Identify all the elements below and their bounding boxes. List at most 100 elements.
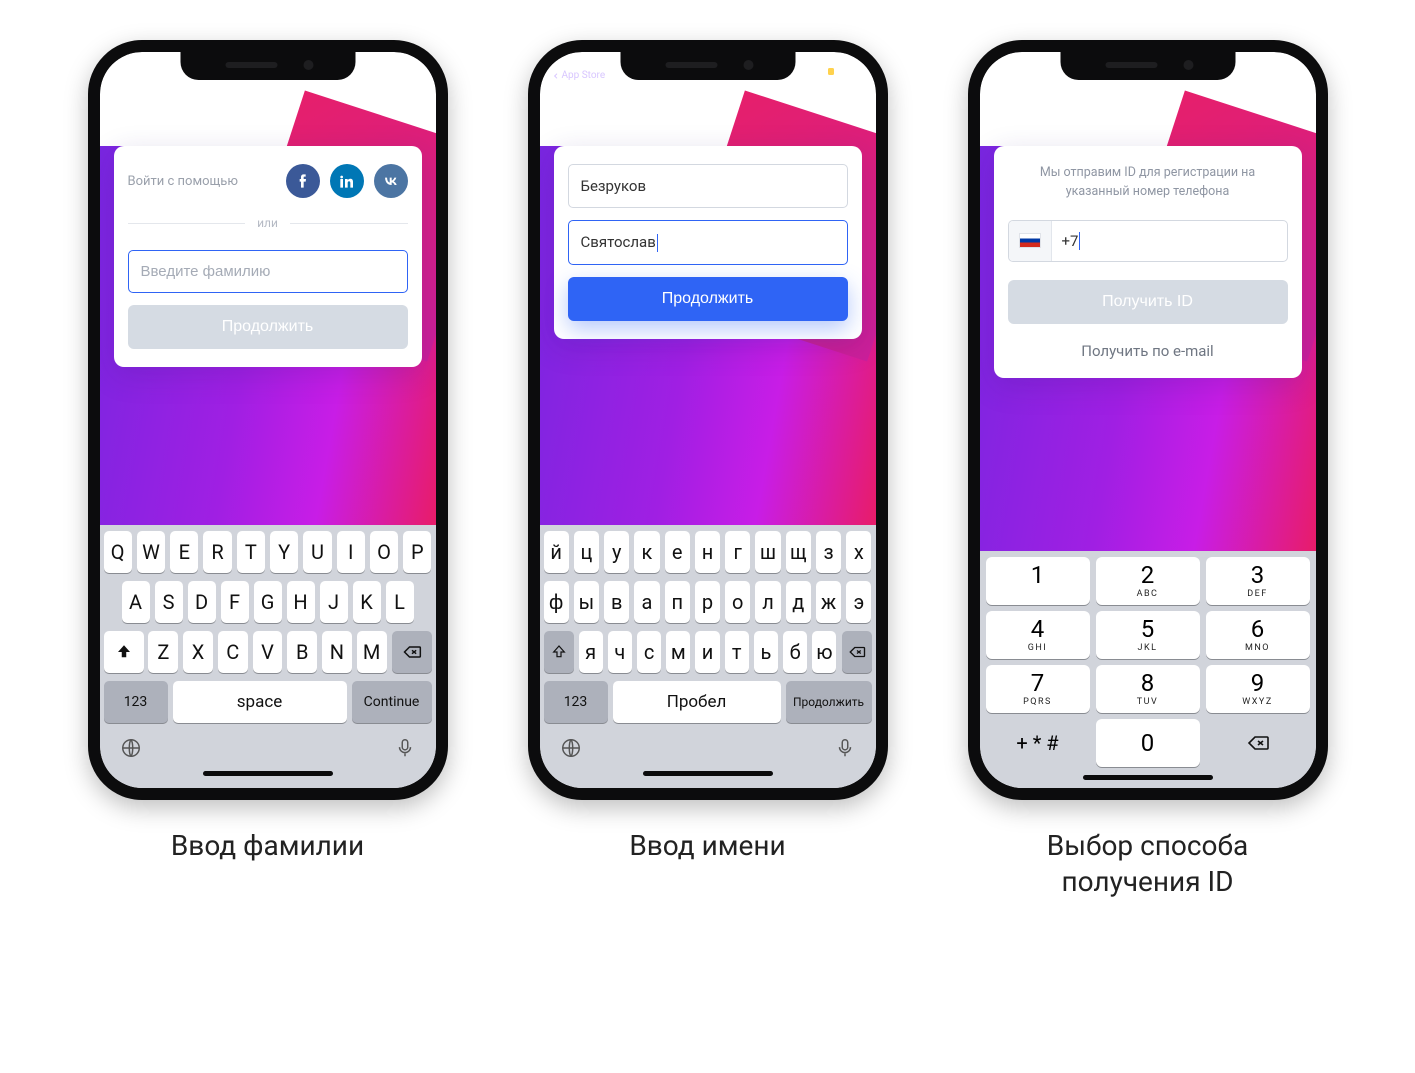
key-о[interactable]: о [725,581,750,623]
key-й[interactable]: й [544,531,569,573]
home-indicator[interactable] [1083,775,1213,780]
key-х[interactable]: х [846,531,871,573]
key-h[interactable]: H [287,581,315,623]
key-н[interactable]: н [695,531,720,573]
country-flag[interactable] [1009,221,1052,261]
key-u[interactable]: U [303,531,331,573]
space-key[interactable]: Пробел [613,681,781,723]
key-ы[interactable]: ы [574,581,599,623]
facebook-button[interactable] [286,164,320,198]
key-m[interactable]: M [357,631,387,673]
key-с[interactable]: с [637,631,661,673]
return-to-app[interactable]: App Store [552,70,606,81]
key-d[interactable]: D [188,581,216,623]
mic-key[interactable] [394,737,416,763]
key-п[interactable]: п [665,581,690,623]
action-key[interactable]: Continue [352,681,432,723]
key-b[interactable]: B [287,631,317,673]
space-key[interactable]: space [173,681,347,723]
key-ж[interactable]: ж [816,581,841,623]
key-n[interactable]: N [322,631,352,673]
backspace-key[interactable] [1206,719,1310,767]
continue-button[interactable]: Продолжить [568,277,848,321]
key-ф[interactable]: ф [544,581,569,623]
key-r[interactable]: R [203,531,231,573]
key-4[interactable]: 4GHI [986,611,1090,659]
key-у[interactable]: у [604,531,629,573]
get-by-email-link[interactable]: Получить по e-mail [1008,342,1288,360]
key-l[interactable]: L [386,581,414,623]
key-щ[interactable]: щ [786,531,811,573]
key-c[interactable]: C [218,631,248,673]
key-т[interactable]: т [725,631,749,673]
key-g[interactable]: G [254,581,282,623]
get-id-button[interactable]: Получить ID [1008,280,1288,324]
key-м[interactable]: м [666,631,690,673]
home-indicator[interactable] [643,771,773,776]
key-5[interactable]: 5JKL [1096,611,1200,659]
key-o[interactable]: O [370,531,398,573]
key-к[interactable]: к [634,531,659,573]
symbols-key[interactable]: + * # [986,719,1090,767]
key-ь[interactable]: ь [754,631,778,673]
key-в[interactable]: в [604,581,629,623]
key-р[interactable]: р [695,581,720,623]
key-я[interactable]: я [579,631,603,673]
key-э[interactable]: э [846,581,871,623]
globe-key[interactable] [120,737,142,763]
key-6[interactable]: 6MNO [1206,611,1310,659]
key-1[interactable]: 1 [986,557,1090,605]
key-3[interactable]: 3DEF [1206,557,1310,605]
key-ш[interactable]: ш [755,531,780,573]
key-i[interactable]: I [337,531,365,573]
continue-button[interactable]: Продолжить [128,305,408,349]
key-v[interactable]: V [253,631,283,673]
key-q[interactable]: Q [104,531,132,573]
mic-key[interactable] [834,737,856,763]
phone-input[interactable]: +7 [1008,220,1288,262]
key-ч[interactable]: ч [608,631,632,673]
key-а[interactable]: а [634,581,659,623]
key-p[interactable]: P [403,531,431,573]
key-x[interactable]: X [183,631,213,673]
backspace-key[interactable] [842,631,872,673]
key-7[interactable]: 7PQRS [986,665,1090,713]
key-y[interactable]: Y [270,531,298,573]
key-9[interactable]: 9WXYZ [1206,665,1310,713]
key-s[interactable]: S [155,581,183,623]
key-f[interactable]: F [221,581,249,623]
action-key[interactable]: Продолжить [786,681,872,723]
home-indicator[interactable] [203,771,333,776]
key-2[interactable]: 2ABC [1096,557,1200,605]
key-е[interactable]: е [665,531,690,573]
key-и[interactable]: и [695,631,719,673]
globe-key[interactable] [560,737,582,763]
back-button[interactable] [994,100,1028,122]
linkedin-button[interactable] [330,164,364,198]
key-k[interactable]: K [353,581,381,623]
vk-button[interactable] [374,164,408,198]
shift-key[interactable] [104,631,144,673]
key-t[interactable]: T [237,531,265,573]
numbers-key[interactable]: 123 [544,681,608,723]
key-ю[interactable]: ю [812,631,836,673]
shift-key[interactable] [544,631,574,673]
back-button[interactable] [554,100,588,122]
back-button[interactable] [114,100,148,122]
key-e[interactable]: E [170,531,198,573]
key-ц[interactable]: ц [574,531,599,573]
surname-input[interactable] [128,250,408,293]
numbers-key[interactable]: 123 [104,681,168,723]
key-л[interactable]: л [755,581,780,623]
key-a[interactable]: A [122,581,150,623]
key-j[interactable]: J [320,581,348,623]
key-z[interactable]: Z [148,631,178,673]
surname-filled[interactable]: Безруков [568,164,848,208]
key-г[interactable]: г [725,531,750,573]
key-б[interactable]: б [783,631,807,673]
name-input[interactable]: Святослав [568,220,848,265]
key-д[interactable]: д [786,581,811,623]
key-0[interactable]: 0 [1096,719,1200,767]
key-8[interactable]: 8TUV [1096,665,1200,713]
key-w[interactable]: W [137,531,165,573]
